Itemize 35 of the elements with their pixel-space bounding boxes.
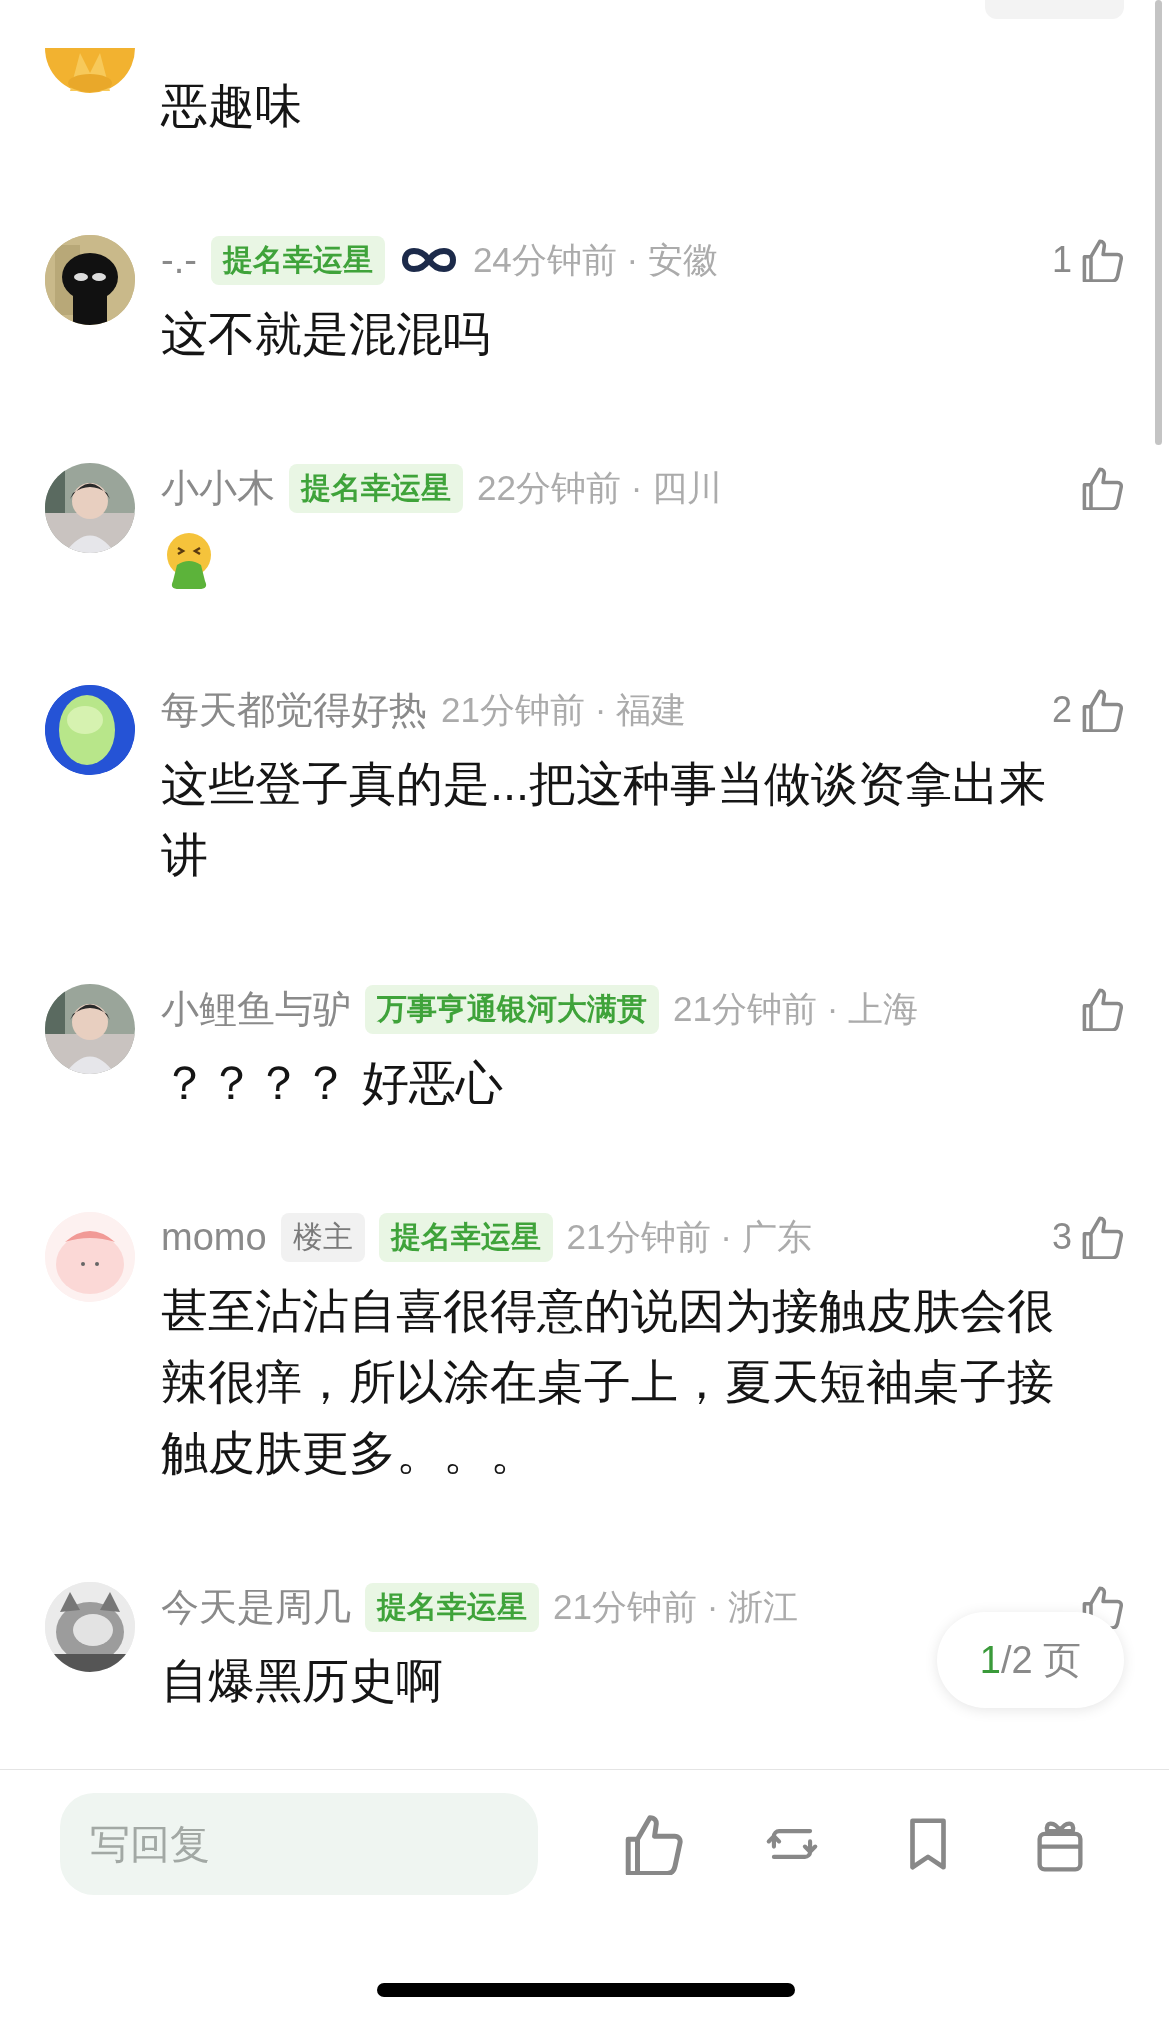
title-badge: 提名幸运星 <box>378 1212 553 1262</box>
time-location: 21分钟前 · 浙江 <box>553 1585 799 1628</box>
title-badge: 万事亨通银河大满贯 <box>365 984 659 1034</box>
user-name[interactable]: 每天都觉得好热 <box>161 684 427 736</box>
like-count: 3 <box>1051 1216 1072 1258</box>
time-location: 22分钟前 · 四川 <box>477 466 723 509</box>
time-location: 24分钟前 · 安徽 <box>472 238 718 281</box>
comment-text: 这不就是混混吗 <box>161 306 490 362</box>
comment-text: 自爆黑历史啊 <box>161 1653 443 1709</box>
comment-text: ？？？？ 好恶心 <box>161 1055 504 1111</box>
thumbs-up-icon[interactable] <box>1080 238 1124 282</box>
thumbs-up-icon[interactable] <box>1080 466 1124 510</box>
time-location: 21分钟前 · 福建 <box>441 688 687 731</box>
user-name[interactable]: momo <box>161 1215 267 1259</box>
comment-text: 甚至沾沾自喜很得意的说因为接触皮肤会很辣很痒，所以涂在桌子上，夏天短袖桌子接触皮肤更多。。。 <box>161 1283 1055 1481</box>
owner-badge: 楼主 <box>280 1212 365 1262</box>
thumbs-up-icon[interactable] <box>1080 1215 1124 1259</box>
user-name[interactable]: 小小木 <box>161 462 275 514</box>
title-badge: 提名幸运星 <box>289 463 463 513</box>
scrollbar[interactable] <box>1155 0 1162 445</box>
page-indicator[interactable]: 1/2 页 <box>937 1612 1124 1708</box>
thumbs-up-icon[interactable] <box>1080 987 1124 1031</box>
user-name[interactable]: 小鲤鱼与驴 <box>161 983 351 1035</box>
like-count: 1 <box>1051 239 1072 281</box>
user-name[interactable]: 今天是周几 <box>161 1581 351 1633</box>
title-badge: 提名幸运星 <box>210 235 385 285</box>
time-location: 21分钟前 · 广东 <box>566 1215 812 1258</box>
time-location: 21分钟前 · 上海 <box>673 987 919 1030</box>
comment-text: 这些登子真的是...把这种事当做谈资拿出来讲 <box>161 756 1048 883</box>
user-name[interactable]: -.- <box>161 238 197 282</box>
thumbs-up-icon[interactable] <box>1080 688 1124 732</box>
title-badge: 提名幸运星 <box>365 1582 539 1632</box>
reply-field[interactable]: 写回复 <box>60 1793 538 1895</box>
like-count: 2 <box>1051 689 1072 731</box>
comment-text: 恶趣味 <box>161 78 302 134</box>
